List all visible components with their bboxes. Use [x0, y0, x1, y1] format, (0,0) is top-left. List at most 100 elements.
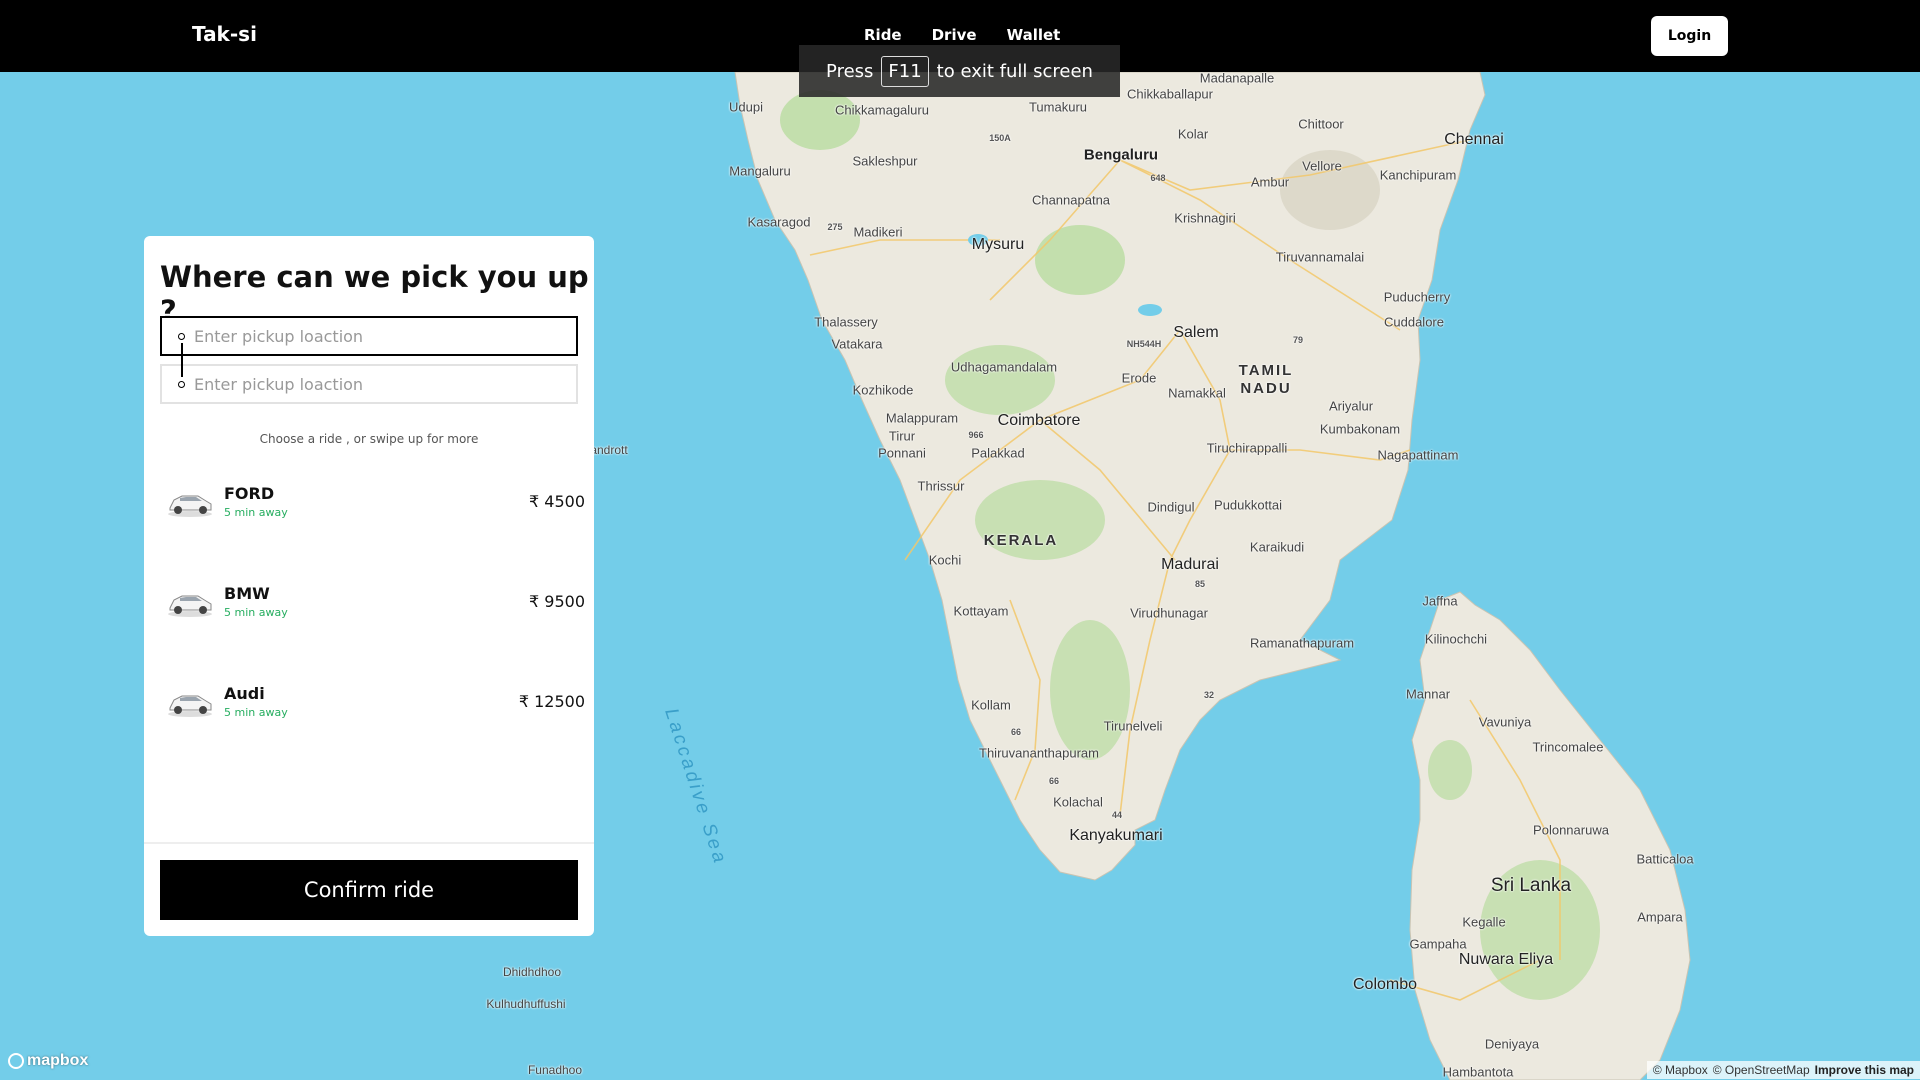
- route-connector-line: [181, 343, 183, 377]
- car-icon: [168, 695, 212, 717]
- main-nav: Ride Drive Wallet: [864, 26, 1060, 44]
- map-place-label: Dindigul: [1147, 499, 1195, 515]
- confirm-ride-button[interactable]: Confirm ride: [160, 860, 578, 920]
- mapbox-logo-text: mapbox: [27, 1052, 89, 1069]
- mapbox-attribution-link[interactable]: © Mapbox: [1653, 1063, 1708, 1077]
- map-place-label: Trincomalee: [1532, 739, 1604, 755]
- map-place-label: Nagapattinam: [1377, 447, 1459, 463]
- nav-ride-link[interactable]: Ride: [864, 26, 902, 44]
- nav-drive-link[interactable]: Drive: [932, 26, 977, 44]
- map-place-label: Funadhoo: [527, 1063, 583, 1077]
- map-place-label: Tiruvannamalai: [1275, 249, 1365, 265]
- road-shield-label: 85: [1194, 579, 1206, 589]
- ride-price: ₹ 4500: [529, 492, 585, 511]
- choose-ride-hint: Choose a ride , or swipe up for more: [259, 432, 479, 446]
- map-place-label: Virudhunagar: [1130, 605, 1208, 621]
- map-place-label: Pudukkottai: [1214, 497, 1282, 513]
- map-place-label: Thrissur: [917, 478, 965, 494]
- map-place-label: Kanchipuram: [1379, 167, 1457, 183]
- map-attribution: © Mapbox © OpenStreetMap Improve this ma…: [1646, 1061, 1920, 1079]
- map-place-label: Kasaragod: [747, 214, 811, 230]
- map-place-label: Chikkamagaluru: [835, 102, 929, 118]
- map-place-label: Puducherry: [1383, 289, 1451, 305]
- map-place-label: andrott: [590, 443, 628, 457]
- map-place-label: Sakleshpur: [852, 153, 918, 169]
- ride-option-audi[interactable]: Audi 5 min away ₹ 12500: [144, 656, 594, 746]
- map-place-label: Krishnagiri: [1174, 210, 1236, 226]
- map-place-label: Madurai: [1161, 556, 1219, 573]
- map-place-label: Gampaha: [1409, 936, 1467, 952]
- panel-divider: [144, 842, 594, 844]
- ride-booking-panel: Where can we pick you up ? Choose a ride…: [144, 236, 594, 936]
- map-place-label: Ampara: [1637, 909, 1683, 925]
- map-place-label: Kegalle: [1462, 914, 1506, 930]
- green-area: [945, 345, 1055, 415]
- map-place-label: Malappuram: [885, 410, 959, 426]
- map-place-label: Ponnani: [878, 445, 926, 461]
- fullscreen-notice-press: Press: [826, 60, 874, 82]
- map-place-label: Kottayam: [953, 603, 1009, 619]
- road-shield-label: 66: [1048, 776, 1060, 786]
- ride-name: Audi: [224, 684, 265, 703]
- ride-eta: 5 min away: [224, 606, 288, 619]
- map-place-label: Nuwara Eliya: [1458, 951, 1554, 968]
- map-place-label: Namakkal: [1168, 385, 1226, 401]
- green-area: [780, 90, 860, 150]
- map-place-label: Erode: [1121, 370, 1157, 386]
- green-area: [1050, 620, 1130, 760]
- map-place-label: Thiruvananthapuram: [979, 745, 1099, 761]
- map-place-label: Vavuniya: [1478, 714, 1532, 730]
- fullscreen-notice-text: to exit full screen: [936, 60, 1093, 82]
- map-place-label: Kolar: [1177, 126, 1209, 142]
- road-shield-label: 32: [1203, 690, 1215, 700]
- map-place-label: Mannar: [1405, 686, 1451, 702]
- road-shield-label: 648: [1150, 173, 1166, 183]
- map-place-label: Tirunelveli: [1103, 718, 1163, 734]
- ride-option-bmw[interactable]: BMW 5 min away ₹ 9500: [144, 556, 594, 646]
- map-place-label: Karaikudi: [1249, 539, 1305, 555]
- mapbox-logo-icon: [8, 1053, 24, 1069]
- map-place-label: Jaffna: [1422, 593, 1458, 609]
- map-place-label: Channapatna: [1031, 192, 1111, 208]
- map-place-label: Kulhudhuffushi: [486, 997, 566, 1011]
- map-place-label: Bengaluru: [1083, 146, 1159, 164]
- road-shield-label: 966: [968, 430, 984, 440]
- map-place-label: Coimbatore: [997, 412, 1081, 429]
- map-country-label: Sri Lanka: [1490, 875, 1572, 896]
- ride-option-ford[interactable]: FORD 5 min away ₹ 4500: [144, 456, 594, 546]
- map-place-label: Madanapalle: [1199, 70, 1275, 86]
- map-place-label: Udupi: [729, 99, 763, 115]
- mapbox-logo[interactable]: mapbox: [8, 1052, 88, 1070]
- ride-eta: 5 min away: [224, 706, 288, 719]
- road-shield-label: 275: [827, 222, 843, 232]
- map-place-label: Polonnaruwa: [1533, 822, 1609, 838]
- car-icon: [168, 595, 212, 617]
- dropoff-dot-icon: [178, 381, 185, 388]
- fullscreen-notice: Press F11 to exit full screen: [799, 45, 1120, 97]
- map-place-label: Batticaloa: [1636, 851, 1694, 867]
- map-place-label: Kochi: [928, 552, 962, 568]
- map-place-label: Ariyalur: [1328, 398, 1374, 414]
- improve-map-link[interactable]: Improve this map: [1815, 1063, 1914, 1077]
- ride-price: ₹ 12500: [518, 692, 585, 711]
- map-place-label: Kollam: [971, 697, 1011, 713]
- nav-wallet-link[interactable]: Wallet: [1007, 26, 1061, 44]
- f11-key: F11: [881, 55, 929, 87]
- map-region-label: TAMIL NADU: [1238, 362, 1294, 397]
- map-place-label: Vatakara: [831, 336, 883, 352]
- login-button[interactable]: Login: [1651, 16, 1728, 56]
- road-shield-label: 66: [1010, 727, 1022, 737]
- map-place-label: Kilinochchi: [1424, 631, 1488, 647]
- osm-attribution-link[interactable]: © OpenStreetMap: [1713, 1063, 1810, 1077]
- map-place-label: Cuddalore: [1384, 314, 1444, 330]
- brand-logo[interactable]: Tak-si: [192, 22, 257, 46]
- map-place-label: Kanyakumari: [1069, 827, 1163, 844]
- green-area: [1428, 740, 1472, 800]
- pickup-location-input[interactable]: [160, 316, 578, 356]
- map-place-label: Tiruchirappalli: [1206, 440, 1288, 456]
- map-place-label: Mysuru: [971, 236, 1025, 253]
- map-place-label: Dhidhdhoo: [502, 965, 562, 979]
- map-place-label: Tumakuru: [1028, 99, 1088, 115]
- dropoff-location-input[interactable]: [160, 364, 578, 404]
- ride-eta: 5 min away: [224, 506, 288, 519]
